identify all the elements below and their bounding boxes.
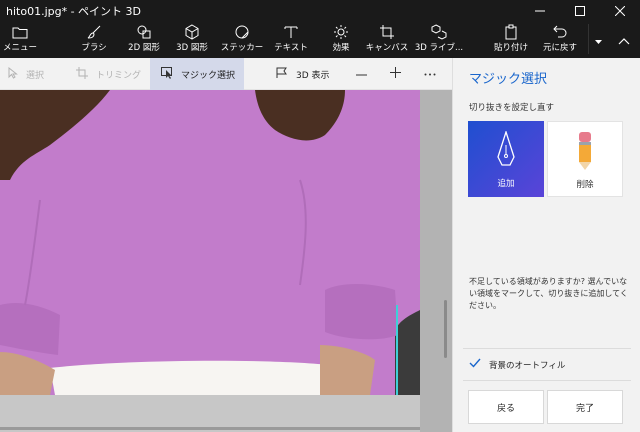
panel-title: マジック選択 (469, 72, 548, 87)
view-3d-label: 3D 表示 (296, 70, 330, 81)
window-title: hito01.jpg* - ペイント 3D (6, 5, 142, 18)
cursor-icon (8, 66, 26, 82)
text-icon (283, 22, 299, 42)
select-label: 選択 (26, 70, 45, 81)
canvas-area[interactable] (0, 90, 452, 432)
3d-library-icon (431, 22, 447, 42)
canvas-label: キャンバス (365, 43, 409, 53)
maximize-icon (575, 1, 585, 20)
vertical-scrollbar[interactable] (444, 300, 447, 358)
canvas-button[interactable]: キャンバス (365, 20, 409, 58)
selection-outline (396, 305, 420, 395)
remove-button[interactable]: 削除 (547, 121, 623, 197)
person-photo (0, 90, 420, 395)
magic-select-icon (161, 66, 181, 82)
2d-shapes-label: 2D 図形 (128, 43, 160, 53)
pen-nib-icon (495, 129, 517, 171)
autofill-checkbox[interactable]: 背景のオートフィル (469, 358, 565, 371)
paste-label: 貼り付け (493, 43, 528, 53)
info-text: 不足している領域がありますか? 選んでいない領域をマークして、切り抜きに追加して… (469, 277, 628, 310)
more-icon (424, 69, 444, 79)
horizontal-scrollbar[interactable] (0, 427, 420, 430)
close-button[interactable] (600, 0, 640, 20)
chevron-up-icon (618, 30, 630, 49)
3d-library-button[interactable]: 3D ライブ... (414, 20, 464, 58)
undo-icon (552, 22, 568, 42)
panel-divider-2 (463, 380, 631, 381)
3d-shapes-label: 3D 図形 (176, 43, 208, 53)
crop-icon (76, 66, 96, 82)
back-button[interactable]: 戻る (468, 390, 544, 424)
ribbon: メニュー ブラシ 2D 図形 3D 図形 ステッカー テキスト 効果 キャンバス… (0, 20, 640, 58)
3d-library-label: 3D ライブ... (414, 43, 464, 53)
menu-button[interactable]: メニュー (0, 20, 40, 58)
paste-button[interactable]: 貼り付け (493, 20, 529, 58)
minimize-icon (535, 1, 545, 20)
effects-button[interactable]: 効果 (326, 20, 356, 58)
ribbon-dropdown[interactable] (589, 20, 607, 58)
collapse-ribbon-button[interactable] (607, 20, 640, 58)
add-button[interactable]: 追加 (468, 121, 544, 197)
done-button[interactable]: 完了 (547, 390, 623, 424)
remove-label: 削除 (576, 180, 594, 190)
minimize-button[interactable] (520, 0, 560, 20)
view-3d-toggle[interactable]: 3D 表示 (276, 58, 346, 90)
maximize-button[interactable] (560, 0, 600, 20)
flag-icon (276, 67, 296, 82)
sticker-icon (234, 22, 250, 42)
2d-shapes-icon (136, 22, 152, 42)
brush-label: ブラシ (81, 43, 107, 53)
chevron-down-icon (594, 30, 602, 49)
close-icon (614, 1, 626, 20)
effects-label: 効果 (332, 43, 350, 53)
select-tool[interactable]: 選択 (8, 58, 58, 90)
autofill-label: 背景のオートフィル (489, 360, 566, 371)
undo-label: 元に戻す (542, 43, 577, 53)
brush-button[interactable]: ブラシ (78, 20, 110, 58)
undo-button[interactable]: 元に戻す (540, 20, 580, 58)
minus-icon (355, 69, 375, 79)
effects-icon (333, 22, 349, 42)
add-label: 追加 (497, 179, 515, 189)
magic-select-label: マジック選択 (181, 70, 236, 81)
magic-select-tool[interactable]: マジック選択 (150, 58, 244, 90)
canvas-icon (379, 22, 395, 42)
title-bar: hito01.jpg* - ペイント 3D (0, 0, 640, 20)
panel-divider (463, 348, 631, 349)
trim-tool[interactable]: トリミング (76, 58, 146, 90)
zoom-in-button[interactable] (389, 58, 409, 90)
trim-label: トリミング (96, 70, 142, 81)
menu-label: メニュー (2, 43, 37, 53)
3d-shapes-icon (184, 22, 200, 42)
photo-canvas[interactable] (0, 90, 420, 395)
more-options-button[interactable] (424, 58, 444, 90)
checkmark-icon (469, 358, 489, 371)
folder-icon (12, 22, 28, 42)
eraser-icon (574, 130, 596, 172)
magic-select-panel: マジック選択 切り抜きを設定し直す 追加 削除 不足している領域がありますか? … (452, 58, 640, 432)
brush-icon (86, 22, 102, 42)
sticker-label: ステッカー (220, 43, 264, 53)
text-label: テキスト (274, 43, 308, 53)
panel-subtitle: 切り抜きを設定し直す (469, 103, 555, 113)
paste-icon (503, 22, 519, 42)
zoom-out-button[interactable] (355, 58, 375, 90)
tool-strip: 選択 トリミング マジック選択 3D 表示 (0, 58, 452, 90)
text-button[interactable]: テキスト (274, 20, 308, 58)
3d-shapes-button[interactable]: 3D 図形 (173, 20, 211, 58)
sticker-button[interactable]: ステッカー (221, 20, 263, 58)
2d-shapes-button[interactable]: 2D 図形 (125, 20, 163, 58)
plus-icon (389, 67, 409, 81)
